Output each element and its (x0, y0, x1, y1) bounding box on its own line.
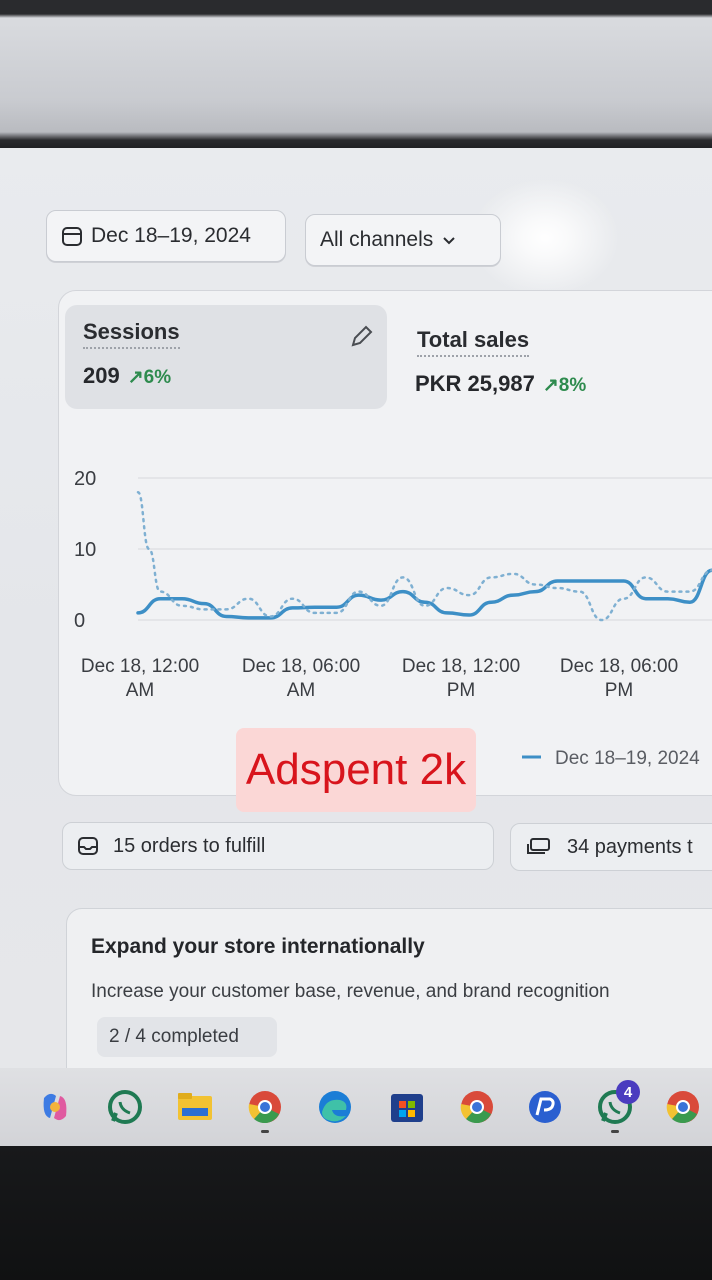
expand-subtitle: Increase your customer base, revenue, an… (91, 981, 610, 1002)
x-tick-label: PM (447, 680, 476, 701)
chrome-icon[interactable] (664, 1088, 702, 1126)
x-tick-label: AM (287, 680, 316, 701)
whatsapp-icon[interactable] (106, 1088, 144, 1126)
y-tick-label: 0 (74, 610, 85, 632)
expand-progress: 2 / 4 completed (97, 1017, 277, 1057)
copilot-icon[interactable] (36, 1088, 74, 1126)
orders-label: 15 orders to fulfill (113, 834, 266, 857)
x-tick-label: PM (605, 680, 634, 701)
inbox-icon (78, 837, 98, 855)
active-indicator (261, 1130, 269, 1133)
legend-label: Dec 18–19, 2024 (555, 748, 700, 769)
y-tick-label: 20 (74, 468, 96, 490)
app-icon[interactable] (526, 1088, 564, 1126)
callout-text: Adspent 2k (245, 745, 467, 794)
chrome-icon[interactable] (458, 1088, 496, 1126)
edge-icon[interactable] (316, 1088, 354, 1126)
chrome-icon[interactable] (246, 1088, 284, 1126)
payments-label: 34 payments t (567, 835, 693, 858)
monitor-bottom-bezel (0, 1146, 712, 1280)
x-tick-label: Dec 18, 12:00 (81, 656, 199, 677)
monitor-top-bezel (0, 0, 712, 150)
money-icon (527, 838, 550, 854)
x-tick-label: Dec 18, 06:00 (242, 656, 360, 677)
notification-badge: 4 (616, 1080, 640, 1104)
x-tick-label: Dec 18, 12:00 (402, 656, 520, 677)
active-indicator (611, 1130, 619, 1133)
screen: Dec 18–19, 2024 All channels Sessions 20… (0, 148, 712, 1073)
expand-title: Expand your store internationally (91, 935, 425, 958)
store-icon[interactable] (388, 1088, 426, 1126)
orders-to-fulfill-button[interactable]: 15 orders to fulfill (62, 822, 494, 870)
expand-international-card[interactable]: Expand your store internationally Increa… (66, 908, 712, 1073)
x-tick-label: AM (126, 680, 155, 701)
file-explorer-icon[interactable] (176, 1088, 214, 1126)
badge-count: 4 (623, 1083, 633, 1101)
x-tick-label: Dec 18, 06:00 (560, 656, 678, 677)
payments-button[interactable]: 34 payments t (510, 823, 712, 871)
sessions-series-line (136, 568, 712, 620)
adspent-callout: Adspent 2k (236, 728, 476, 812)
y-tick-label: 10 (74, 539, 96, 561)
